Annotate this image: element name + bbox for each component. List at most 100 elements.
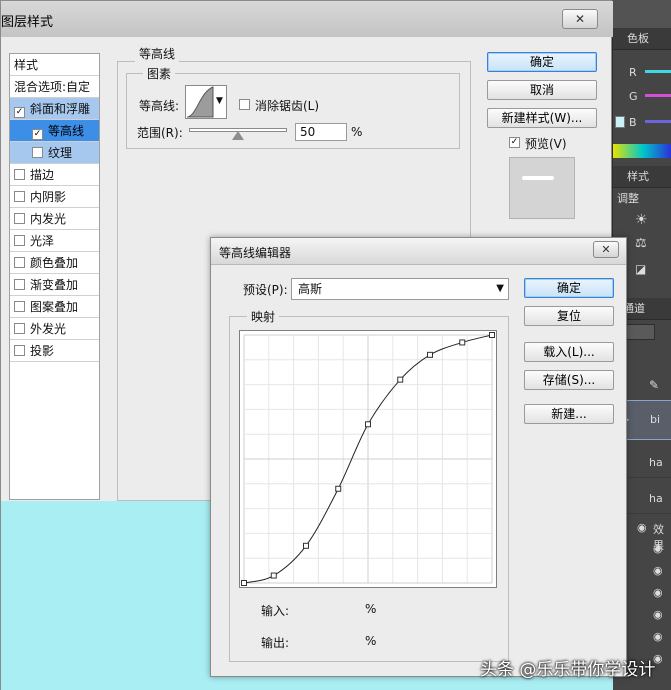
contour-curve-canvas[interactable] bbox=[240, 331, 496, 587]
balance-icon[interactable]: ⚖ bbox=[635, 236, 647, 251]
eye-icon[interactable]: ◉ bbox=[653, 608, 663, 621]
contour-editor-titlebar[interactable]: 等高线编辑器 ✕ bbox=[211, 238, 626, 265]
effect-item[interactable]: 投影 bbox=[10, 340, 99, 362]
style-list-header[interactable]: 样式 bbox=[10, 54, 99, 76]
effect-checkbox[interactable]: ✓ bbox=[14, 107, 25, 118]
chevron-down-icon[interactable]: ▼ bbox=[496, 279, 504, 299]
effect-checkbox[interactable] bbox=[14, 235, 25, 246]
style-list: 样式 混合选项:自定 ✓ 斜面和浮雕 ✓ 等高线纹理描边内阴影内发光 光泽颜色叠加渐变叠… bbox=[9, 53, 100, 500]
layer-name: ha bbox=[649, 492, 663, 505]
curve-control-point[interactable] bbox=[270, 572, 277, 579]
effect-checkbox[interactable] bbox=[14, 279, 25, 290]
eye-icon[interactable]: ◉ bbox=[637, 521, 647, 534]
preview-checkbox[interactable]: ✓ bbox=[509, 137, 520, 148]
brush-icon[interactable]: ✎ bbox=[649, 378, 659, 392]
chevron-down-icon[interactable]: ▼ bbox=[216, 96, 223, 106]
eye-icon[interactable]: ◉ bbox=[653, 630, 663, 643]
effect-item[interactable]: 光泽 bbox=[10, 230, 99, 252]
curve-control-point[interactable] bbox=[303, 542, 309, 549]
preset-select[interactable]: 高斯 ▼ bbox=[291, 278, 509, 300]
effect-checkbox[interactable] bbox=[32, 147, 43, 158]
effect-item[interactable]: 图案叠加 bbox=[10, 296, 99, 318]
effect-item[interactable]: 颜色叠加 bbox=[10, 252, 99, 274]
effect-item[interactable]: ✓ 等高线 bbox=[10, 120, 99, 142]
effect-label: 图案叠加 bbox=[30, 300, 79, 314]
input-label: 输入: bbox=[261, 604, 290, 618]
dialog-titlebar[interactable]: 图层样式 ✕ bbox=[1, 1, 613, 37]
contour-group-title: 等高线 bbox=[135, 45, 180, 62]
save-button[interactable]: 存储(S)... bbox=[524, 370, 614, 390]
effect-item[interactable]: ✓ 斜面和浮雕 bbox=[10, 98, 99, 120]
effect-checkbox[interactable] bbox=[14, 257, 25, 268]
blend-options-item[interactable]: 混合选项:自定 bbox=[10, 76, 99, 98]
effect-label: 等高线 bbox=[48, 124, 85, 138]
range-unit: % bbox=[351, 125, 363, 139]
contour-picker[interactable]: ▼ bbox=[185, 85, 227, 119]
effect-checkbox[interactable] bbox=[14, 191, 25, 202]
ok-button[interactable]: 确定 bbox=[487, 52, 597, 72]
effect-checkbox[interactable] bbox=[14, 301, 25, 312]
mapping-group-title: 映射 bbox=[247, 308, 280, 325]
channel-r-label: R bbox=[629, 66, 637, 79]
range-slider-thumb[interactable] bbox=[232, 131, 244, 140]
close-button[interactable]: ✕ bbox=[593, 241, 619, 258]
effect-item[interactable]: 渐变叠加 bbox=[10, 274, 99, 296]
curve-control-point[interactable] bbox=[397, 376, 404, 383]
new-style-button[interactable]: 新建样式(W)... bbox=[487, 108, 597, 128]
eye-icon[interactable]: ◉ bbox=[653, 564, 663, 577]
effect-label: 内阴影 bbox=[30, 190, 67, 204]
channel-g-slider[interactable] bbox=[645, 94, 671, 97]
curve-control-point[interactable] bbox=[427, 351, 433, 358]
contour-label: 等高线: bbox=[139, 99, 180, 113]
layer-name: ha bbox=[649, 456, 663, 469]
color-swatch[interactable] bbox=[615, 116, 625, 128]
effect-checkbox[interactable]: ✓ bbox=[32, 129, 43, 140]
effect-item[interactable]: 描边 bbox=[10, 164, 99, 186]
effect-label: 渐变叠加 bbox=[30, 278, 79, 292]
curve-control-point[interactable] bbox=[365, 421, 371, 428]
ok-button[interactable]: 确定 bbox=[524, 278, 614, 298]
effect-label: 斜面和浮雕 bbox=[30, 102, 91, 116]
reset-button[interactable]: 复位 bbox=[524, 306, 614, 326]
range-input[interactable]: 50 bbox=[295, 123, 347, 141]
preset-value: 高斯 bbox=[298, 282, 323, 296]
channel-b-label: B bbox=[629, 116, 637, 129]
brightness-icon[interactable]: ☀ bbox=[635, 212, 648, 228]
effect-label: 纹理 bbox=[48, 146, 73, 160]
curve-control-point[interactable] bbox=[241, 580, 247, 586]
new-button[interactable]: 新建... bbox=[524, 404, 614, 424]
photo-filter-icon[interactable]: ◪ bbox=[635, 262, 646, 276]
effect-label: 颜色叠加 bbox=[30, 256, 79, 270]
curve-control-point[interactable] bbox=[459, 339, 466, 346]
antialias-checkbox[interactable] bbox=[239, 99, 250, 110]
load-button[interactable]: 载入(L)... bbox=[524, 342, 614, 362]
antialias-label: 消除锯齿(L) bbox=[255, 99, 320, 113]
eye-icon[interactable]: ◉ bbox=[653, 542, 663, 555]
channel-g-label: G bbox=[629, 90, 638, 103]
tab-swatches[interactable]: 色板 bbox=[613, 28, 671, 50]
channel-b-slider[interactable] bbox=[645, 120, 671, 123]
channel-r-slider[interactable] bbox=[645, 70, 671, 73]
contour-graph[interactable] bbox=[239, 330, 497, 588]
curve-control-point[interactable] bbox=[335, 485, 342, 492]
effect-item[interactable]: 纹理 bbox=[10, 142, 99, 164]
effect-label: 外发光 bbox=[30, 322, 67, 336]
curve-control-point[interactable] bbox=[489, 332, 495, 338]
spectrum-bar[interactable] bbox=[613, 144, 671, 158]
effect-checkbox[interactable] bbox=[14, 169, 25, 180]
effect-item[interactable]: 内发光 bbox=[10, 208, 99, 230]
output-label: 输出: bbox=[261, 636, 290, 650]
effect-checkbox[interactable] bbox=[14, 213, 25, 224]
close-button[interactable]: ✕ bbox=[562, 9, 598, 29]
effect-item[interactable]: 内阴影 bbox=[10, 186, 99, 208]
cancel-button[interactable]: 取消 bbox=[487, 80, 597, 100]
preset-label: 预设(P): bbox=[243, 283, 288, 297]
effect-label: 投影 bbox=[30, 344, 55, 358]
effect-checkbox[interactable] bbox=[14, 323, 25, 334]
tab-adjustments[interactable]: 调整 bbox=[617, 190, 639, 206]
dialog-title: 图层样式 bbox=[1, 15, 54, 30]
eye-icon[interactable]: ◉ bbox=[653, 586, 663, 599]
effect-item[interactable]: 外发光 bbox=[10, 318, 99, 340]
tab-styles[interactable]: 样式 bbox=[613, 166, 671, 188]
effect-checkbox[interactable] bbox=[14, 345, 25, 356]
